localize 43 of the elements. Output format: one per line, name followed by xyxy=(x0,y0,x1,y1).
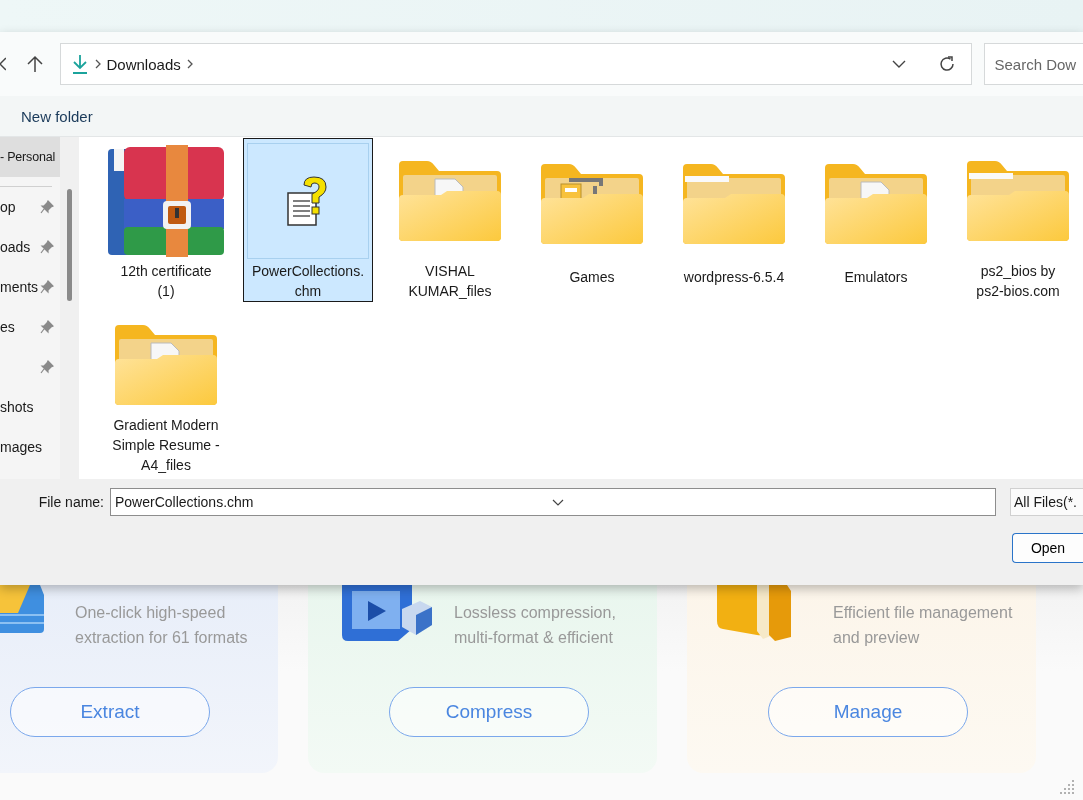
file-item[interactable]: VISHAL KUMAR_files xyxy=(385,138,515,302)
file-item[interactable]: PowerCollections. chm xyxy=(243,138,373,302)
refresh-icon[interactable] xyxy=(938,55,957,73)
card-description: One-click high-speed extraction for 61 formats xyxy=(75,603,248,648)
file-item[interactable]: 12th certificate (1) xyxy=(101,138,231,302)
new-folder-button[interactable]: New folder xyxy=(21,105,93,127)
card-description: Efficient file management and preview xyxy=(833,603,1013,648)
sidebar-item[interactable]: ments xyxy=(0,267,61,307)
file-item[interactable]: Gradient Modern Simple Resume - A4_files xyxy=(101,312,231,476)
help-file-icon xyxy=(286,175,330,227)
archive-icon xyxy=(106,145,226,257)
folder-document-icon xyxy=(397,159,503,243)
card-description: Lossless compression, multi-format & efficient xyxy=(454,603,616,648)
download-icon xyxy=(70,54,89,74)
sidebar-item[interactable]: op xyxy=(0,187,61,227)
folder-icon xyxy=(965,159,1071,243)
folder-cabinet-icon xyxy=(539,162,645,246)
folder-document-icon xyxy=(823,162,929,246)
scrollbar-thumb[interactable] xyxy=(67,189,73,301)
folder-icon xyxy=(717,585,793,641)
search-field[interactable]: Search Dow xyxy=(984,43,1083,85)
sidebar-item[interactable]: shots xyxy=(0,387,61,427)
breadcrumb-item[interactable]: Downloads xyxy=(106,55,181,73)
file-name-field[interactable]: PowerCollections.chm xyxy=(110,488,996,516)
card-action-button[interactable]: Compress xyxy=(389,687,589,737)
file-type-dropdown[interactable]: All Files(*. xyxy=(1010,488,1083,516)
sidebar-item[interactable]: oads xyxy=(0,227,61,267)
file-name-label: File name: xyxy=(38,494,104,510)
file-item[interactable]: Games xyxy=(527,138,657,302)
folder-icon xyxy=(681,162,787,246)
sidebar-item[interactable]: mages xyxy=(0,427,61,467)
sidebar-item[interactable]: es xyxy=(0,307,61,347)
sidebar-item[interactable]: - Personal xyxy=(0,137,61,177)
address-bar[interactable]: Downloads xyxy=(59,43,973,85)
chevron-down-icon[interactable] xyxy=(892,60,907,68)
open-button[interactable]: Open xyxy=(1012,533,1083,563)
file-item[interactable]: Emulators xyxy=(811,138,941,302)
file-item[interactable]: ps2_bios by ps2-bios.com xyxy=(953,138,1083,302)
file-item[interactable]: wordpress-6.5.4 xyxy=(669,138,799,302)
folder-document-icon xyxy=(113,323,219,407)
chevron-right-icon xyxy=(186,59,193,69)
card-action-button[interactable]: Manage xyxy=(768,687,968,737)
chevron-right-icon xyxy=(94,59,101,69)
